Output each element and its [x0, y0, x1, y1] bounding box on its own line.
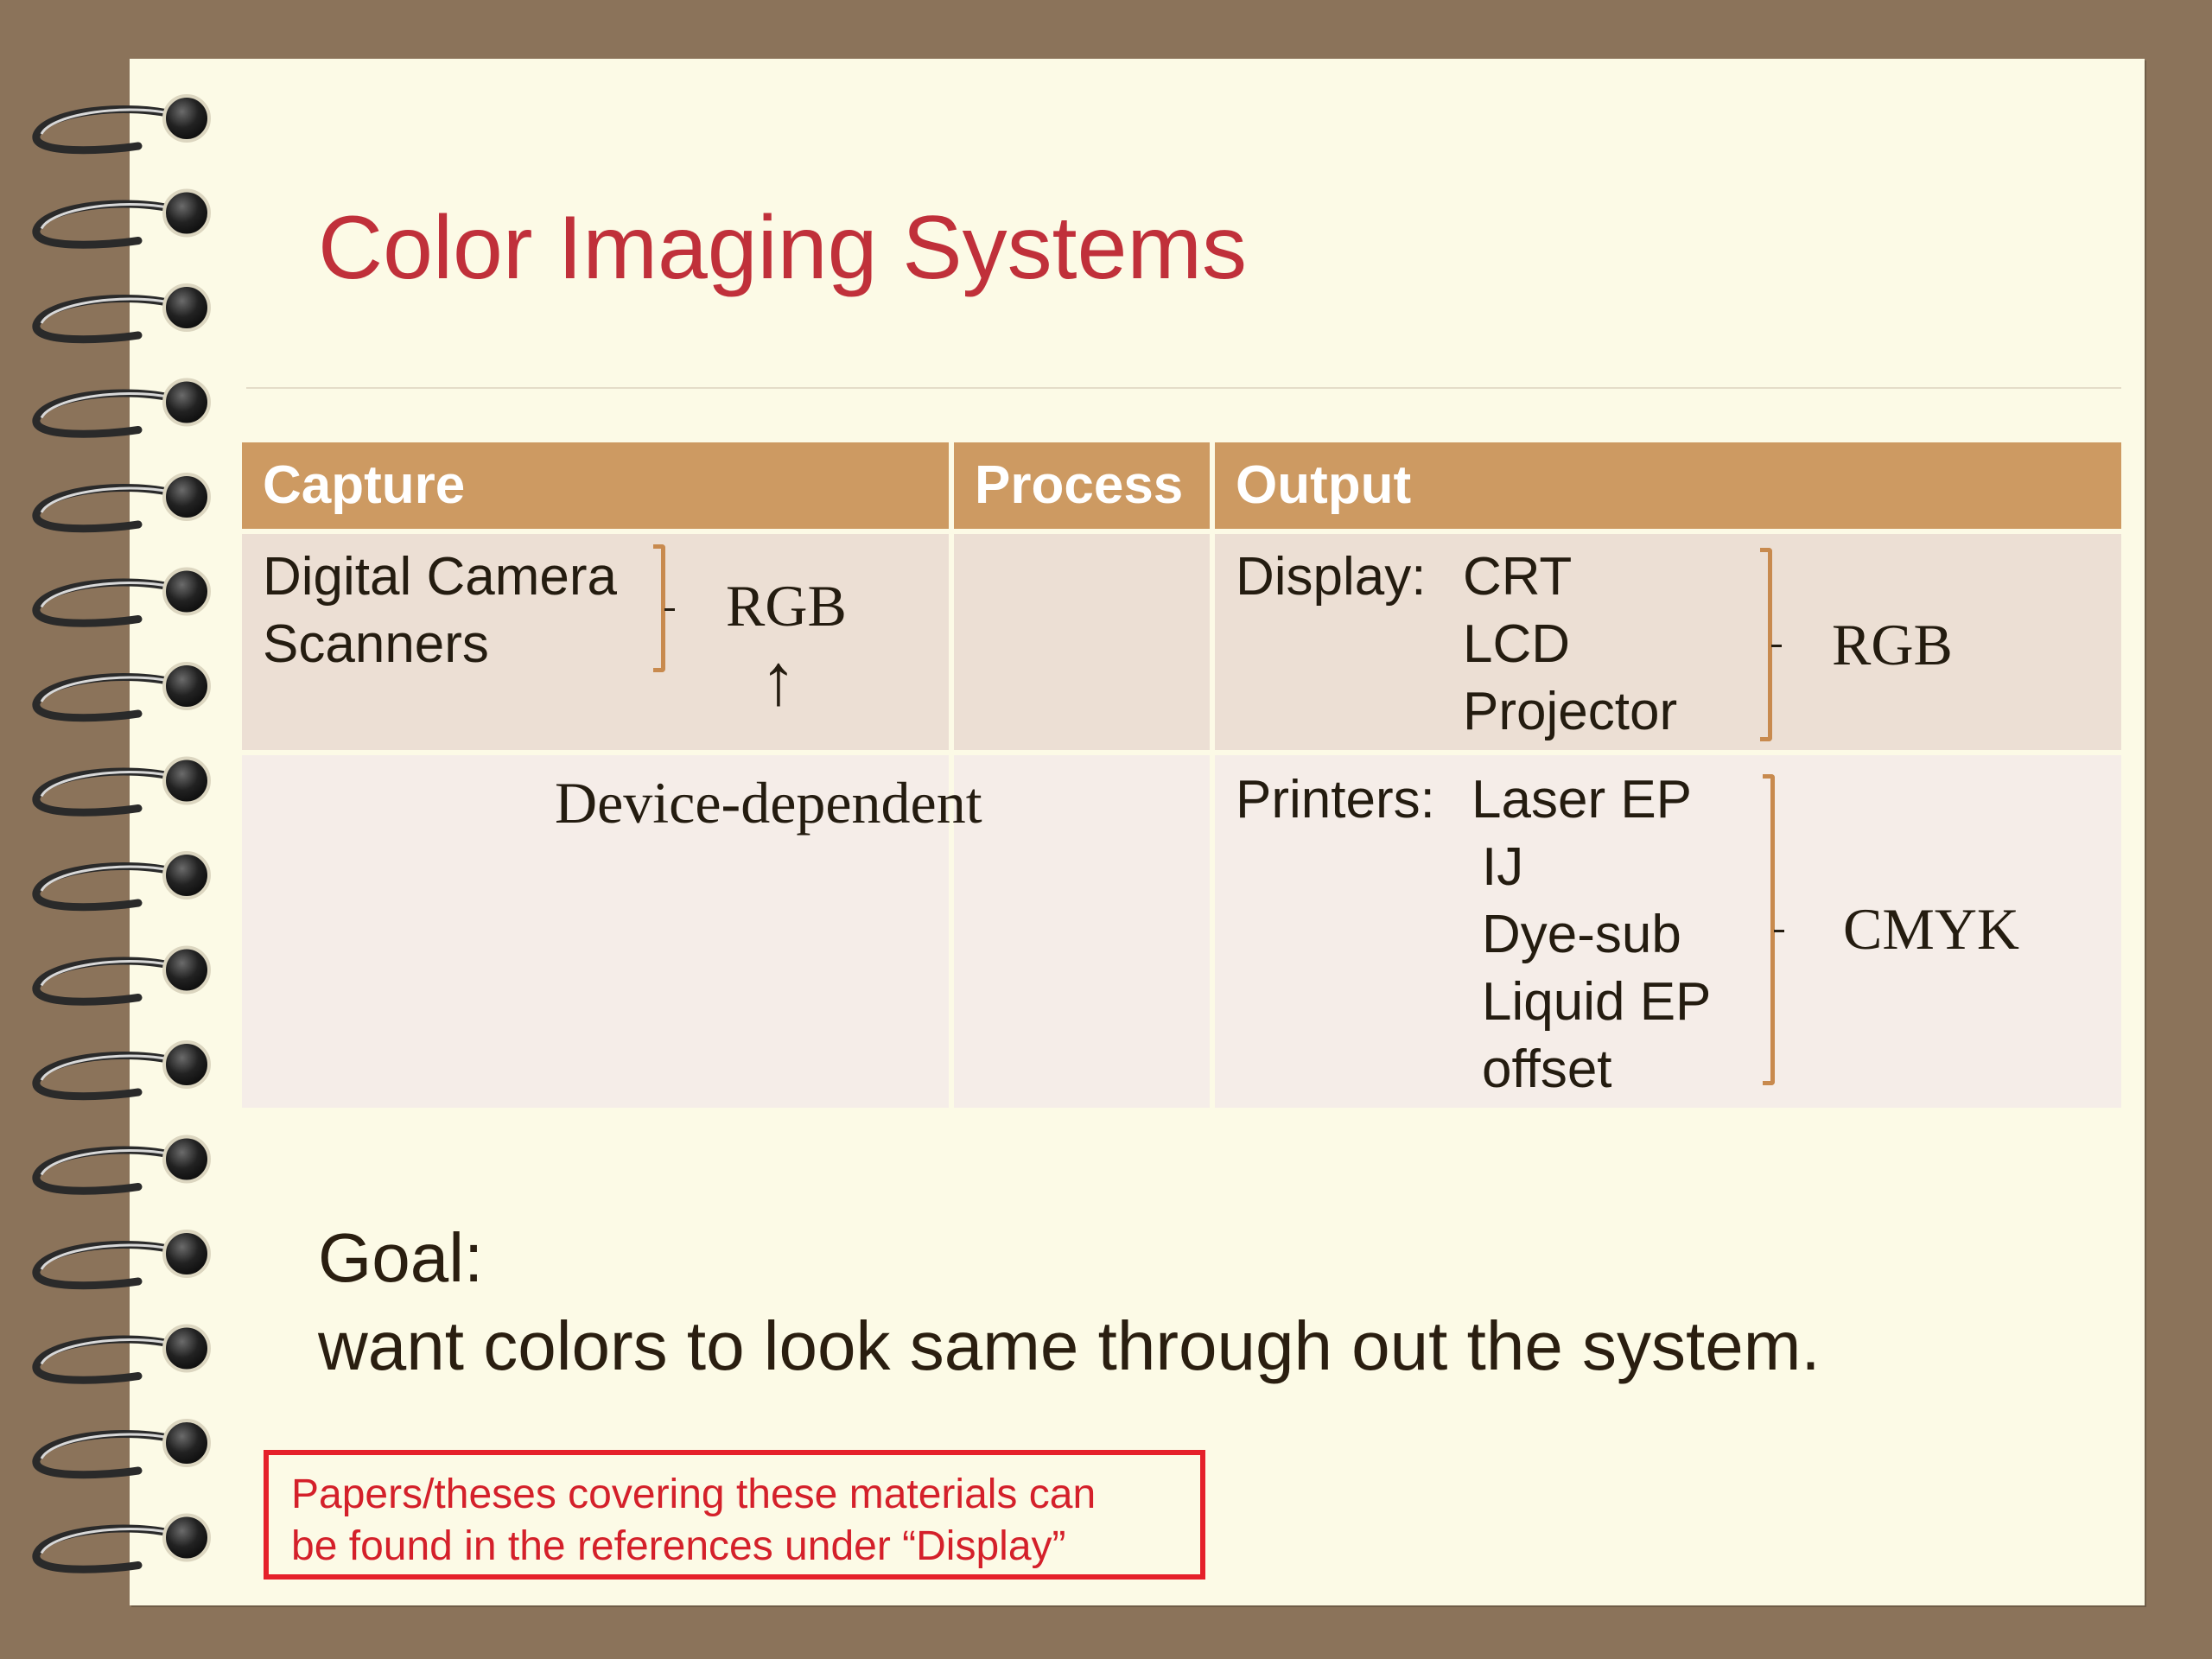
spiral-ring	[32, 389, 186, 438]
display-device: CRT	[1463, 547, 1573, 607]
slide-title: Color Imaging Systems	[318, 198, 1248, 298]
binding-hole	[162, 378, 211, 427]
spiral-binding	[32, 94, 211, 1573]
binding-hole	[162, 473, 211, 521]
up-arrow-icon: ↑	[760, 640, 797, 721]
binding-hole	[162, 1324, 211, 1373]
goal-text: want colors to look same through out the…	[318, 1307, 1821, 1384]
spiral-ring	[32, 1430, 186, 1479]
spiral-ring	[32, 767, 186, 817]
header-capture: Capture	[242, 442, 949, 529]
binding-hole	[162, 188, 211, 238]
binding-hole	[162, 94, 211, 143]
title-divider	[246, 387, 2121, 389]
spiral-ring	[32, 1524, 186, 1573]
binding-hole	[162, 1513, 211, 1562]
spiral-ring	[32, 200, 186, 249]
spiral-ring	[32, 578, 186, 627]
printer-device-list: Laser EP IJ Dye-sub Liquid EP offset	[1471, 766, 1711, 1103]
display-device: Projector	[1463, 682, 1678, 741]
header-output: Output	[1215, 442, 2121, 529]
binding-hole	[162, 662, 211, 710]
spiral-ring	[32, 1335, 186, 1384]
display-bracket	[1760, 548, 1782, 741]
capture-color-space: RGB	[726, 573, 847, 639]
spiral-ring	[32, 105, 186, 155]
display-device: LCD	[1463, 614, 1571, 674]
spiral-ring	[32, 295, 186, 344]
printers-color-space: CMYK	[1843, 896, 2020, 962]
binding-hole	[162, 1419, 211, 1467]
printer-device: Dye-sub	[1482, 905, 1681, 964]
device-dependent-label: Device-dependent	[555, 770, 982, 836]
spiral-ring	[32, 673, 186, 722]
spiral-ring	[32, 484, 186, 533]
spiral-ring	[32, 1052, 186, 1101]
printer-device: Laser EP	[1471, 770, 1693, 830]
spiral-ring	[32, 862, 186, 912]
binding-hole	[162, 1040, 211, 1089]
capture-device-list: Digital Camera Scanners	[263, 543, 617, 678]
row2-process-cell	[954, 755, 1210, 1108]
binding-hole	[162, 567, 211, 616]
row1-process-cell	[954, 534, 1210, 750]
note-line: be found in the references under “Displa…	[291, 1523, 1066, 1569]
goal-label: Goal:	[318, 1219, 484, 1296]
display-label: Display:	[1236, 547, 1427, 607]
binding-hole	[162, 945, 211, 995]
binding-hole	[162, 283, 211, 332]
binding-hole	[162, 756, 211, 805]
printer-device: Liquid EP	[1482, 972, 1712, 1032]
binding-hole	[162, 1230, 211, 1278]
printer-device: offset	[1482, 1039, 1612, 1099]
binding-hole	[162, 1135, 211, 1184]
printers-label: Printers:	[1236, 770, 1435, 830]
capture-bracket	[653, 544, 675, 672]
spiral-ring	[32, 957, 186, 1006]
note-line: Papers/theses covering these materials c…	[291, 1471, 1096, 1517]
header-process: Process	[954, 442, 1210, 529]
goal-statement: Goal: want colors to look same through o…	[318, 1214, 1821, 1390]
binding-hole	[162, 851, 211, 899]
display-color-space: RGB	[1832, 612, 1953, 677]
spiral-ring	[32, 1146, 186, 1195]
printer-device: IJ	[1482, 837, 1524, 897]
references-note: Papers/theses covering these materials c…	[264, 1450, 1205, 1580]
imaging-systems-table: Capture Process Output Digital Camera Sc…	[242, 442, 2121, 1108]
display-device-list: CRT LCD Projector	[1463, 543, 1677, 746]
capture-device: Digital Camera	[263, 547, 618, 607]
printers-bracket	[1763, 774, 1784, 1085]
capture-device: Scanners	[263, 614, 489, 674]
spiral-ring	[32, 1241, 186, 1290]
